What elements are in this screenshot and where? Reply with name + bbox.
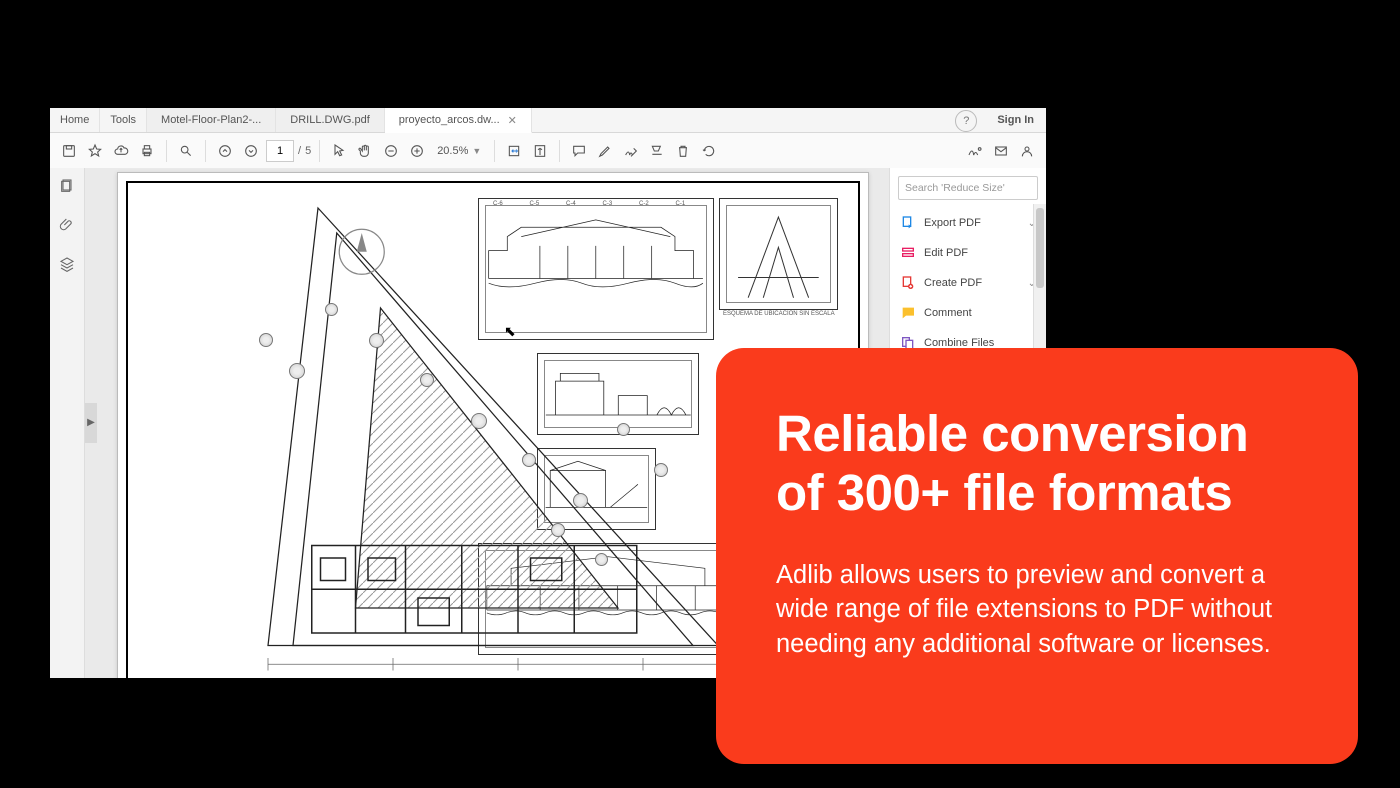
- close-icon[interactable]: ✕: [508, 114, 517, 127]
- mail-icon[interactable]: [990, 140, 1012, 162]
- zoom-out-icon[interactable]: [380, 140, 402, 162]
- read-mode-icon[interactable]: [529, 140, 551, 162]
- zoom-value: 20.5%: [437, 145, 468, 157]
- hand-icon[interactable]: [354, 140, 376, 162]
- tool-label: Comment: [924, 307, 972, 319]
- cursor-pointer-icon: ⬉: [504, 323, 516, 340]
- page-up-icon[interactable]: [214, 140, 236, 162]
- blueprint-site-plan: [128, 183, 478, 573]
- layers-icon[interactable]: [59, 256, 75, 277]
- overlay-card: Reliable conversion of 300+ file formats…: [716, 348, 1358, 764]
- thumbnails-icon[interactable]: [59, 178, 75, 199]
- expand-rail-button[interactable]: ▶: [85, 403, 97, 443]
- search-placeholder: Search 'Reduce Size': [905, 182, 1005, 194]
- find-icon[interactable]: [175, 140, 197, 162]
- signature-icon[interactable]: [964, 140, 986, 162]
- stamp-icon[interactable]: [646, 140, 668, 162]
- account-icon[interactable]: [1016, 140, 1038, 162]
- doc-tab-1[interactable]: DRILL.DWG.pdf: [276, 108, 384, 132]
- tab-home[interactable]: Home: [50, 108, 100, 132]
- page-indicator: / 5: [266, 140, 311, 162]
- doc-tab-label: DRILL.DWG.pdf: [290, 114, 369, 126]
- rotate-icon[interactable]: [698, 140, 720, 162]
- left-rail: [50, 168, 85, 678]
- doc-tab-label: Motel-Floor-Plan2-...: [161, 114, 261, 126]
- search-input[interactable]: Search 'Reduce Size': [898, 176, 1038, 200]
- page-sep: /: [298, 145, 301, 157]
- print-icon[interactable]: [136, 140, 158, 162]
- attachments-icon[interactable]: [59, 217, 75, 238]
- highlight-icon[interactable]: [594, 140, 616, 162]
- chevron-down-icon: ▼: [472, 146, 481, 156]
- overlay-body: Adlib allows users to preview and conver…: [776, 558, 1298, 660]
- page-total: 5: [305, 145, 311, 157]
- tool-label: Export PDF: [924, 217, 981, 229]
- page-current-input[interactable]: [266, 140, 294, 162]
- delete-icon[interactable]: [672, 140, 694, 162]
- save-icon[interactable]: [58, 140, 80, 162]
- doc-tab-0[interactable]: Motel-Floor-Plan2-...: [147, 108, 276, 132]
- fit-width-icon[interactable]: [503, 140, 525, 162]
- sign-icon[interactable]: [620, 140, 642, 162]
- doc-tab-2[interactable]: proyecto_arcos.dw... ✕: [385, 108, 532, 133]
- comment-icon[interactable]: [568, 140, 590, 162]
- tool-label: Create PDF: [924, 277, 982, 289]
- page-down-icon[interactable]: [240, 140, 262, 162]
- tool-label: Edit PDF: [924, 247, 968, 259]
- zoom-in-icon[interactable]: [406, 140, 428, 162]
- pointer-icon[interactable]: [328, 140, 350, 162]
- overlay-title: Reliable conversion of 300+ file formats: [776, 404, 1298, 522]
- help-icon[interactable]: ?: [955, 110, 977, 132]
- doc-tab-label: proyecto_arcos.dw...: [399, 114, 500, 126]
- tool-edit-pdf[interactable]: Edit PDF: [890, 238, 1046, 268]
- edit-pdf-icon: [900, 245, 916, 261]
- tool-export-pdf[interactable]: Export PDF ⌄: [890, 208, 1046, 238]
- cloud-upload-icon[interactable]: [110, 140, 132, 162]
- export-pdf-icon: [900, 215, 916, 231]
- toolbar: / 5 20.5% ▼: [50, 133, 1046, 170]
- star-icon[interactable]: [84, 140, 106, 162]
- zoom-select[interactable]: 20.5% ▼: [432, 142, 486, 160]
- comment-tool-icon: [900, 305, 916, 321]
- tool-comment[interactable]: Comment: [890, 298, 1046, 328]
- tab-bar: Home Tools Motel-Floor-Plan2-... DRILL.D…: [50, 108, 1046, 133]
- sign-in-button[interactable]: Sign In: [985, 108, 1046, 132]
- tool-create-pdf[interactable]: Create PDF ⌄: [890, 268, 1046, 298]
- create-pdf-icon: [900, 275, 916, 291]
- tab-tools[interactable]: Tools: [100, 108, 147, 132]
